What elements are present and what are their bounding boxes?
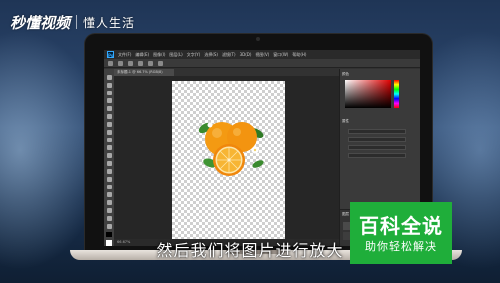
brand-badge: 百科全说 助你轻松解决 bbox=[350, 202, 452, 264]
watermark: 秒懂视频 懂人生活 bbox=[10, 11, 135, 33]
quick-select-tool-icon[interactable] bbox=[106, 98, 112, 104]
path-select-tool-icon[interactable] bbox=[106, 200, 112, 206]
shape-tool-icon[interactable] bbox=[106, 208, 112, 213]
canvas-area[interactable] bbox=[114, 76, 339, 239]
marquee-tool-icon[interactable] bbox=[106, 82, 112, 88]
property-y-field[interactable] bbox=[348, 153, 406, 158]
menu-help[interactable]: 帮助(H) bbox=[292, 52, 306, 58]
brand-badge-title: 百科全说 bbox=[359, 214, 443, 238]
webcam-icon bbox=[256, 37, 260, 41]
menu-select[interactable]: 选择(S) bbox=[204, 52, 218, 58]
menu-type[interactable]: 文字(Y) bbox=[187, 52, 201, 58]
menu-layer[interactable]: 图层(L) bbox=[169, 52, 182, 58]
move-tool-option-icon[interactable] bbox=[108, 60, 113, 66]
watermark-logo: 秒懂视频 bbox=[10, 13, 71, 32]
distribute-icon[interactable] bbox=[158, 60, 163, 66]
crop-tool-icon[interactable] bbox=[106, 106, 112, 112]
auto-select-option-icon[interactable] bbox=[118, 60, 123, 66]
tools-panel bbox=[104, 69, 114, 246]
orange-image bbox=[198, 122, 264, 176]
menu-3d[interactable]: 3D(D) bbox=[240, 52, 252, 57]
brush-tool-icon[interactable] bbox=[106, 129, 112, 135]
document-canvas[interactable] bbox=[172, 81, 285, 239]
property-x-field[interactable] bbox=[348, 145, 406, 150]
watermark-tagline: 懂人生活 bbox=[83, 15, 136, 30]
menu-file[interactable]: 文件(F) bbox=[118, 52, 131, 58]
history-brush-tool-icon[interactable] bbox=[106, 145, 112, 151]
document-tab[interactable]: 未标题-1 @ 66.7% (RGB/8) bbox=[114, 69, 174, 76]
hand-tool-icon[interactable] bbox=[106, 215, 112, 221]
menu-view[interactable]: 视图(V) bbox=[255, 52, 269, 58]
menu-bar: Ps 文件(F) 编辑(E) 图像(I) 图层(L) 文字(Y) 选择(S) 滤… bbox=[104, 50, 420, 59]
menu-filter[interactable]: 滤镜(T) bbox=[222, 52, 236, 58]
blur-tool-icon[interactable] bbox=[106, 168, 112, 174]
dodge-tool-icon[interactable] bbox=[106, 176, 112, 182]
menu-edit[interactable]: 编辑(E) bbox=[135, 52, 149, 58]
move-tool-icon[interactable] bbox=[106, 75, 112, 80]
menu-window[interactable]: 窗口(W) bbox=[273, 52, 288, 58]
property-width-field[interactable] bbox=[348, 129, 406, 134]
watermark-divider bbox=[76, 15, 78, 29]
gradient-tool-icon[interactable] bbox=[106, 161, 112, 166]
menu-image[interactable]: 图像(I) bbox=[153, 52, 165, 58]
stamp-tool-icon[interactable] bbox=[106, 137, 112, 143]
type-tool-icon[interactable] bbox=[106, 192, 112, 198]
options-bar bbox=[104, 59, 420, 68]
hue-slider[interactable] bbox=[394, 80, 399, 108]
property-height-field[interactable] bbox=[348, 137, 406, 142]
align-left-icon[interactable] bbox=[128, 60, 133, 66]
color-panel-tab[interactable]: 颜色 bbox=[342, 72, 349, 78]
brand-badge-subtitle: 助你轻松解决 bbox=[365, 240, 437, 253]
properties-panel-tab[interactable]: 属性 bbox=[342, 119, 349, 125]
healing-tool-icon[interactable] bbox=[106, 121, 112, 127]
color-picker-field[interactable] bbox=[345, 80, 391, 108]
align-right-icon[interactable] bbox=[148, 60, 153, 66]
layers-panel-tab[interactable]: 图层 bbox=[342, 212, 349, 218]
align-center-icon[interactable] bbox=[138, 60, 143, 66]
eyedropper-tool-icon[interactable] bbox=[106, 114, 112, 119]
zoom-tool-icon[interactable] bbox=[106, 223, 112, 229]
orange-slice bbox=[213, 144, 245, 176]
photoshop-logo-icon: Ps bbox=[107, 51, 114, 58]
lasso-tool-icon[interactable] bbox=[106, 90, 112, 96]
eraser-tool-icon[interactable] bbox=[106, 153, 112, 159]
pen-tool-icon[interactable] bbox=[106, 184, 112, 190]
